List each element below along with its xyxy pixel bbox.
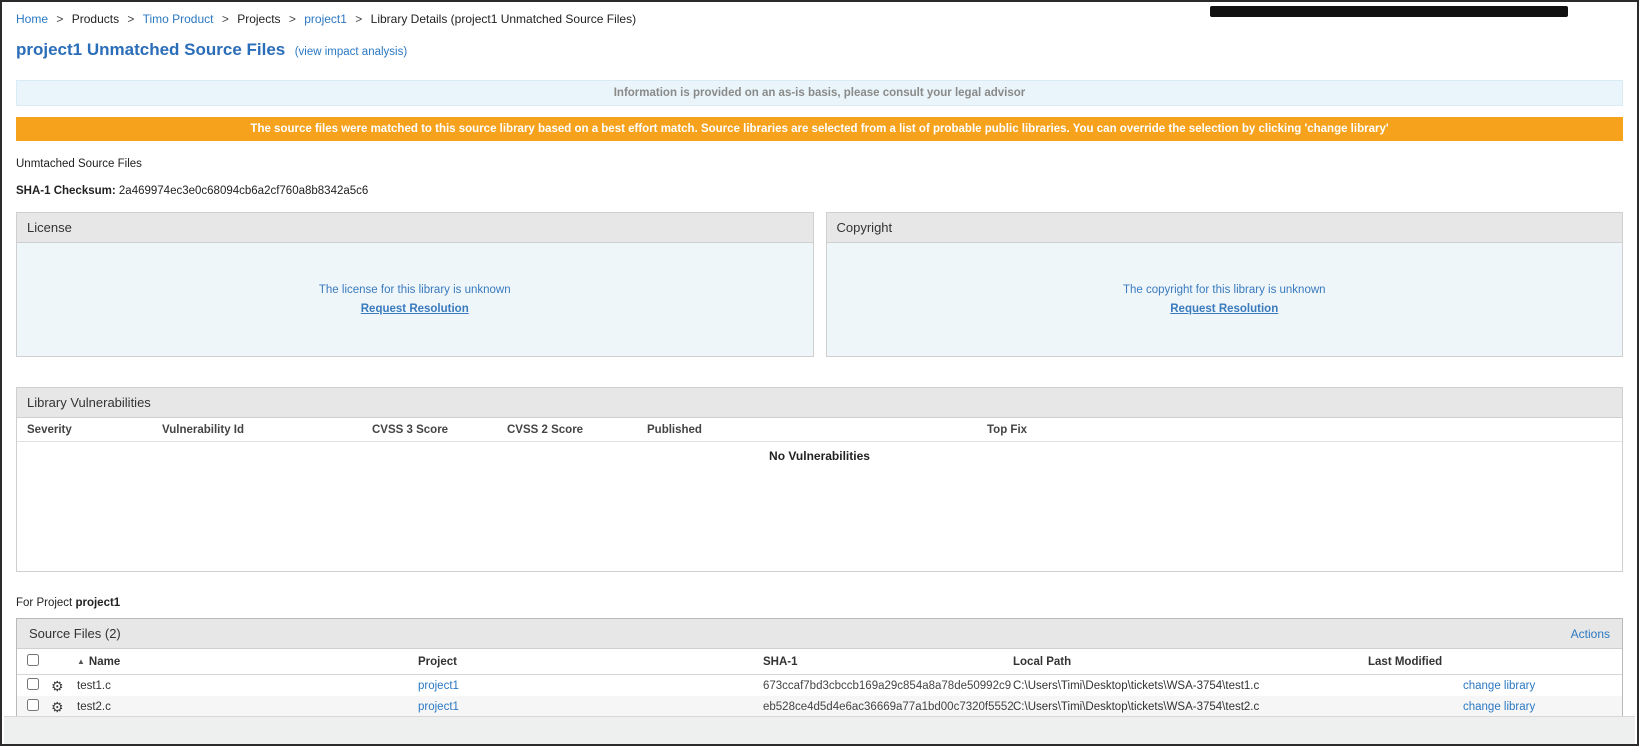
copyright-panel-title: Copyright <box>827 213 1623 243</box>
sha1-label: SHA-1 Checksum: <box>16 185 116 197</box>
table-row: ⚙ test1.c project1 673ccaf7bd3cbccb169a2… <box>17 675 1622 696</box>
col-published: Published <box>647 424 987 436</box>
copyright-panel: Copyright The copyright for this library… <box>826 212 1624 357</box>
sha1-value: 2a469974ec3e0c68094cb6a2cf760a8b8342a5c6 <box>119 185 368 197</box>
license-request-resolution-link[interactable]: Request Resolution <box>361 303 469 315</box>
file-sha1: eb528ce4d5d4e6ac36669a77a1bd00c7320f5552 <box>763 701 1013 713</box>
breadcrumb-library-details: Library Details (project1 Unmatched Sour… <box>371 12 636 26</box>
col-top-fix: Top Fix <box>987 424 1612 436</box>
vulnerabilities-panel-title: Library Vulnerabilities <box>17 388 1622 418</box>
select-all-checkbox[interactable] <box>27 654 39 666</box>
col-severity: Severity <box>27 424 162 436</box>
col-name[interactable]: ▲Name <box>77 656 418 668</box>
breadcrumb-separator: > <box>56 12 63 26</box>
vulnerabilities-table-header: Severity Vulnerability Id CVSS 3 Score C… <box>17 418 1622 442</box>
redacted-bar <box>1210 6 1568 17</box>
col-cvss3-score: CVSS 3 Score <box>372 424 507 436</box>
license-panel: License The license for this library is … <box>16 212 814 357</box>
breadcrumb-products: Products <box>72 12 119 26</box>
source-files-table-header: ▲Name Project SHA-1 Local Path Last Modi… <box>17 649 1622 675</box>
settings-gear-icon[interactable]: ⚙ <box>51 700 77 714</box>
sort-ascending-icon: ▲ <box>77 657 85 666</box>
for-project-line: For Project project1 <box>16 597 1623 609</box>
col-vulnerability-id: Vulnerability Id <box>162 424 372 436</box>
for-project-name: project1 <box>75 597 120 609</box>
breadcrumb-separator: > <box>355 12 362 26</box>
license-panel-body: The license for this library is unknown … <box>17 243 813 356</box>
license-unknown-message: The license for this library is unknown <box>319 284 511 296</box>
row-checkbox[interactable] <box>27 678 39 690</box>
license-copyright-row: License The license for this library is … <box>16 212 1623 357</box>
source-files-panel: Source Files (2) Actions ▲Name Project S… <box>16 618 1623 719</box>
copyright-request-resolution-link[interactable]: Request Resolution <box>1170 303 1278 315</box>
file-local-path: C:\Users\Timi\Desktop\tickets\WSA-3754\t… <box>1013 680 1368 692</box>
for-project-prefix: For Project <box>16 597 72 609</box>
page-content: Home > Products > Timo Product > Project… <box>2 2 1637 719</box>
breadcrumb-home[interactable]: Home <box>16 12 48 26</box>
col-last-modified: Last Modified <box>1368 656 1463 668</box>
col-sha1: SHA-1 <box>763 656 1013 668</box>
change-library-link[interactable]: change library <box>1463 680 1622 692</box>
vulnerabilities-panel: Library Vulnerabilities Severity Vulnera… <box>16 387 1623 572</box>
file-name: test2.c <box>77 701 418 713</box>
page-footer-area <box>4 716 1635 744</box>
vulnerabilities-empty-area <box>17 469 1622 571</box>
breadcrumb-separator: > <box>289 12 296 26</box>
col-local-path: Local Path <box>1013 656 1368 668</box>
breadcrumb-separator: > <box>222 12 229 26</box>
view-impact-analysis-link[interactable]: (view impact analysis) <box>295 46 407 58</box>
copyright-unknown-message: The copyright for this library is unknow… <box>1123 284 1326 296</box>
col-cvss2-score: CVSS 2 Score <box>507 424 647 436</box>
source-files-title: Source Files (2) <box>29 626 121 641</box>
copyright-panel-body: The copyright for this library is unknow… <box>827 243 1623 356</box>
table-row: ⚙ test2.c project1 eb528ce4d5d4e6ac36669… <box>17 696 1622 717</box>
project-link[interactable]: project1 <box>418 701 763 713</box>
file-name: test1.c <box>77 680 418 692</box>
change-library-link[interactable]: change library <box>1463 701 1622 713</box>
title-row: project1 Unmatched Source Files (view im… <box>16 40 1623 60</box>
app-window: Home > Products > Timo Product > Project… <box>0 0 1639 746</box>
file-sha1: 673ccaf7bd3cbccb169a29c854a8a78de50992c9 <box>763 680 1013 692</box>
col-project: Project <box>418 656 763 668</box>
file-local-path: C:\Users\Timi\Desktop\tickets\WSA-3754\t… <box>1013 701 1368 713</box>
project-link[interactable]: project1 <box>418 680 763 692</box>
breadcrumb-projects: Projects <box>237 12 280 26</box>
legal-info-banner: Information is provided on an as-is basi… <box>16 80 1623 106</box>
source-files-header: Source Files (2) Actions <box>17 619 1622 649</box>
license-panel-title: License <box>17 213 813 243</box>
row-checkbox[interactable] <box>27 699 39 711</box>
no-vulnerabilities-message: No Vulnerabilities <box>17 442 1622 469</box>
breadcrumb-product[interactable]: Timo Product <box>143 12 214 26</box>
sha1-checksum-line: SHA-1 Checksum: 2a469974ec3e0c68094cb6a2… <box>16 185 1623 197</box>
page-title: project1 Unmatched Source Files <box>16 40 285 59</box>
settings-gear-icon[interactable]: ⚙ <box>51 679 77 693</box>
best-effort-match-banner: The source files were matched to this so… <box>16 117 1623 141</box>
actions-menu-link[interactable]: Actions <box>1571 627 1610 641</box>
library-name: Unmtached Source Files <box>16 158 1623 170</box>
breadcrumb-separator: > <box>127 12 134 26</box>
breadcrumb-project[interactable]: project1 <box>304 12 347 26</box>
